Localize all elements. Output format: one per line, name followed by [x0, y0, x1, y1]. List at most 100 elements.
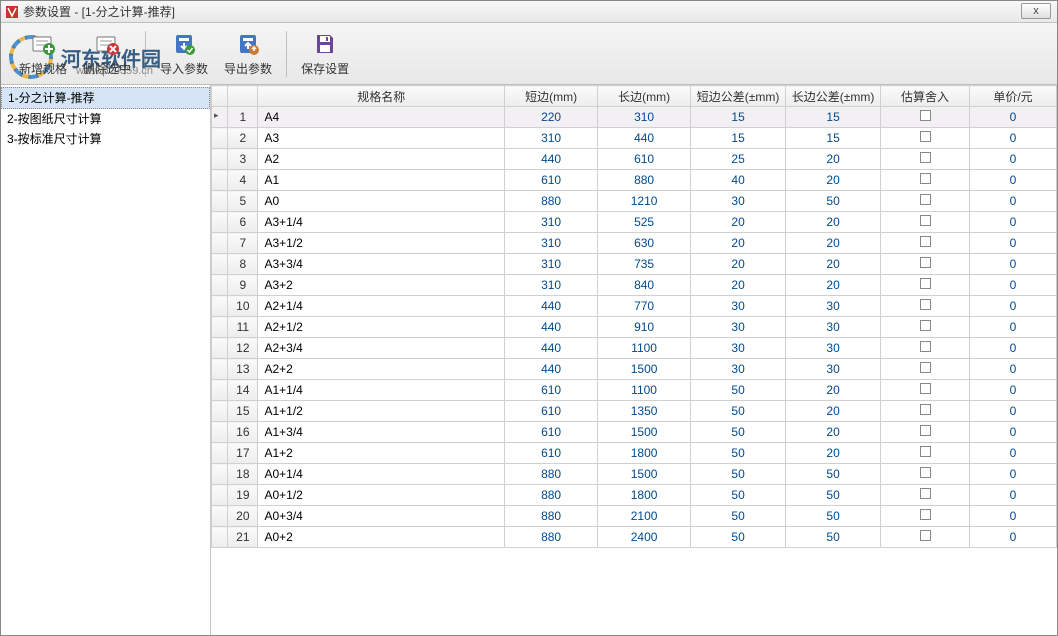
cell-name[interactable]: A3+3/4 [258, 254, 505, 275]
table-row[interactable]: 14A1+1/4610110050200 [212, 380, 1057, 401]
cell-long[interactable]: 630 [598, 233, 691, 254]
cell-stol[interactable]: 20 [691, 275, 786, 296]
cell-short[interactable]: 880 [505, 527, 598, 548]
cell-est[interactable] [881, 170, 970, 191]
cell-short[interactable]: 440 [505, 296, 598, 317]
cell-ltol[interactable]: 50 [786, 485, 881, 506]
cell-est[interactable] [881, 233, 970, 254]
cell-name[interactable]: A0+2 [258, 527, 505, 548]
cell-price[interactable]: 0 [970, 401, 1057, 422]
cell-long[interactable]: 310 [598, 107, 691, 128]
table-row[interactable]: 18A0+1/4880150050500 [212, 464, 1057, 485]
cell-name[interactable]: A0 [258, 191, 505, 212]
cell-long[interactable]: 1500 [598, 422, 691, 443]
cell-short[interactable]: 880 [505, 191, 598, 212]
cell-short[interactable]: 440 [505, 149, 598, 170]
cell-name[interactable]: A0+3/4 [258, 506, 505, 527]
delete-selected-button[interactable]: 删除选中 [75, 26, 139, 82]
cell-stol[interactable]: 50 [691, 380, 786, 401]
cell-short[interactable]: 610 [505, 401, 598, 422]
checkbox-icon[interactable] [920, 383, 931, 394]
cell-stol[interactable]: 50 [691, 527, 786, 548]
col-name[interactable]: 规格名称 [258, 86, 505, 107]
cell-stol[interactable]: 50 [691, 506, 786, 527]
cell-ltol[interactable]: 20 [786, 443, 881, 464]
cell-stol[interactable]: 50 [691, 464, 786, 485]
table-row[interactable]: 7A3+1/231063020200 [212, 233, 1057, 254]
col-short[interactable]: 短边(mm) [505, 86, 598, 107]
cell-short[interactable]: 880 [505, 464, 598, 485]
cell-price[interactable]: 0 [970, 317, 1057, 338]
cell-est[interactable] [881, 485, 970, 506]
cell-long[interactable]: 910 [598, 317, 691, 338]
cell-price[interactable]: 0 [970, 338, 1057, 359]
cell-price[interactable]: 0 [970, 380, 1057, 401]
cell-short[interactable]: 310 [505, 233, 598, 254]
cell-ltol[interactable]: 20 [786, 422, 881, 443]
cell-price[interactable]: 0 [970, 275, 1057, 296]
cell-est[interactable] [881, 359, 970, 380]
checkbox-icon[interactable] [920, 425, 931, 436]
col-ltol[interactable]: 长边公差(±mm) [786, 86, 881, 107]
cell-price[interactable]: 0 [970, 464, 1057, 485]
cell-long[interactable]: 1100 [598, 380, 691, 401]
table-row[interactable]: 5A0880121030500 [212, 191, 1057, 212]
cell-stol[interactable]: 50 [691, 422, 786, 443]
cell-long[interactable]: 1800 [598, 485, 691, 506]
cell-long[interactable]: 840 [598, 275, 691, 296]
table-row[interactable]: 11A2+1/244091030300 [212, 317, 1057, 338]
cell-short[interactable]: 610 [505, 443, 598, 464]
cell-price[interactable]: 0 [970, 212, 1057, 233]
cell-ltol[interactable]: 15 [786, 107, 881, 128]
cell-short[interactable]: 310 [505, 128, 598, 149]
cell-stol[interactable]: 50 [691, 485, 786, 506]
cell-est[interactable] [881, 212, 970, 233]
cell-price[interactable]: 0 [970, 527, 1057, 548]
cell-est[interactable] [881, 422, 970, 443]
table-row[interactable]: 16A1+3/4610150050200 [212, 422, 1057, 443]
checkbox-icon[interactable] [920, 257, 931, 268]
cell-stol[interactable]: 30 [691, 191, 786, 212]
cell-ltol[interactable]: 50 [786, 506, 881, 527]
cell-name[interactable]: A3+2 [258, 275, 505, 296]
cell-est[interactable] [881, 443, 970, 464]
grid-area[interactable]: 规格名称 短边(mm) 长边(mm) 短边公差(±mm) 长边公差(±mm) 估… [211, 85, 1057, 635]
cell-short[interactable]: 440 [505, 317, 598, 338]
cell-stol[interactable]: 30 [691, 317, 786, 338]
checkbox-icon[interactable] [920, 530, 931, 541]
checkbox-icon[interactable] [920, 488, 931, 499]
checkbox-icon[interactable] [920, 362, 931, 373]
cell-price[interactable]: 0 [970, 128, 1057, 149]
cell-name[interactable]: A0+1/4 [258, 464, 505, 485]
cell-long[interactable]: 1350 [598, 401, 691, 422]
close-button[interactable]: x [1021, 3, 1051, 19]
checkbox-icon[interactable] [920, 446, 931, 457]
cell-name[interactable]: A1+1/2 [258, 401, 505, 422]
col-long[interactable]: 长边(mm) [598, 86, 691, 107]
cell-price[interactable]: 0 [970, 443, 1057, 464]
cell-price[interactable]: 0 [970, 233, 1057, 254]
cell-long[interactable]: 525 [598, 212, 691, 233]
cell-short[interactable]: 310 [505, 254, 598, 275]
table-row[interactable]: 3A244061025200 [212, 149, 1057, 170]
cell-long[interactable]: 880 [598, 170, 691, 191]
table-row[interactable]: 6A3+1/431052520200 [212, 212, 1057, 233]
cell-price[interactable]: 0 [970, 296, 1057, 317]
checkbox-icon[interactable] [920, 341, 931, 352]
cell-long[interactable]: 2100 [598, 506, 691, 527]
cell-name[interactable]: A1+3/4 [258, 422, 505, 443]
col-stol[interactable]: 短边公差(±mm) [691, 86, 786, 107]
cell-long[interactable]: 1210 [598, 191, 691, 212]
checkbox-icon[interactable] [920, 320, 931, 331]
cell-long[interactable]: 1100 [598, 338, 691, 359]
cell-ltol[interactable]: 15 [786, 128, 881, 149]
cell-name[interactable]: A4 [258, 107, 505, 128]
cell-stol[interactable]: 20 [691, 254, 786, 275]
cell-short[interactable]: 880 [505, 485, 598, 506]
table-row[interactable]: 4A161088040200 [212, 170, 1057, 191]
cell-est[interactable] [881, 128, 970, 149]
cell-name[interactable]: A2+1/4 [258, 296, 505, 317]
new-spec-button[interactable]: 新增规格 [11, 26, 75, 82]
cell-long[interactable]: 770 [598, 296, 691, 317]
cell-ltol[interactable]: 20 [786, 401, 881, 422]
